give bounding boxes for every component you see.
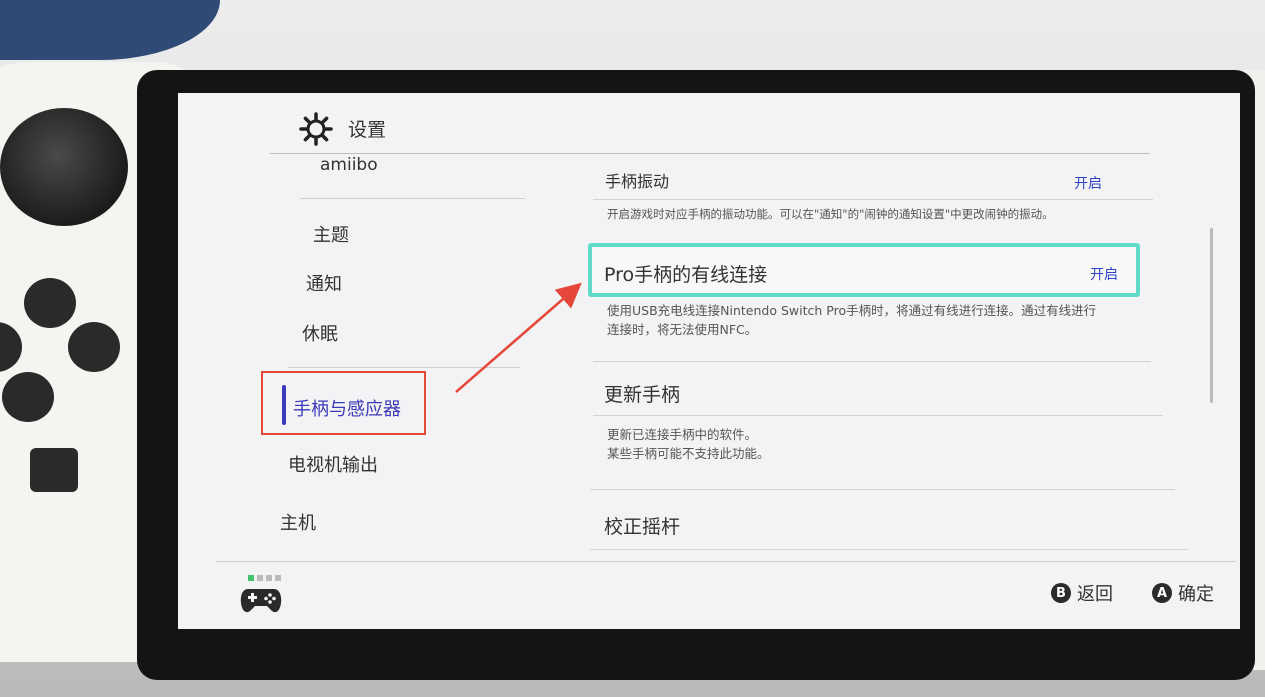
back-label: 返回 bbox=[1077, 584, 1113, 605]
sidebar-item-system[interactable]: 主机 bbox=[280, 509, 316, 535]
gamepad-icon bbox=[240, 589, 282, 613]
user-indicator-dots bbox=[248, 575, 281, 581]
sidebar-item-amiibo[interactable]: amiibo bbox=[320, 155, 378, 175]
row-value-vibration[interactable]: 开启 bbox=[1074, 173, 1102, 193]
ok-label: 确定 bbox=[1178, 584, 1214, 605]
sidebar-item-tv-output[interactable]: 电视机输出 bbox=[288, 451, 378, 477]
header-divider bbox=[270, 153, 1150, 154]
scrollbar[interactable] bbox=[1210, 228, 1213, 403]
ok-button[interactable]: A 确定 bbox=[1152, 580, 1214, 606]
settings-screen: 设置 amiibo 主题 通知 休眠 手柄与感应器 电视机输出 主机 手柄振动 … bbox=[178, 93, 1240, 629]
row-value-pro-wired[interactable]: 开启 bbox=[1090, 264, 1118, 284]
annotation-highlight-box bbox=[261, 371, 426, 435]
row-desc-vibration: 开启游戏时对应手柄的振动功能。可以在"通知"的"闹钟的通知设置"中更改闹钟的振动… bbox=[607, 207, 1054, 221]
row-divider bbox=[593, 199, 1153, 200]
row-desc-update-1: 更新已连接手柄中的软件。 bbox=[607, 427, 758, 442]
page-title: 设置 bbox=[348, 119, 387, 141]
footer-divider bbox=[216, 561, 1236, 562]
row-divider bbox=[590, 549, 1188, 550]
sidebar-divider bbox=[300, 198, 525, 199]
b-key-icon: B bbox=[1051, 583, 1071, 603]
down-button bbox=[2, 372, 54, 422]
gear-icon bbox=[299, 112, 333, 146]
row-title-update-controllers[interactable]: 更新手柄 bbox=[604, 380, 680, 407]
row-title-calibrate-sticks[interactable]: 校正摇杆 bbox=[604, 512, 680, 539]
sidebar-item-theme[interactable]: 主题 bbox=[313, 221, 349, 247]
row-title-vibration[interactable]: 手柄振动 bbox=[605, 168, 669, 192]
row-divider bbox=[593, 415, 1163, 416]
row-desc-pro-wired-1: 使用USB充电线连接Nintendo Switch Pro手柄时，将通过有线进行… bbox=[607, 303, 1097, 318]
sidebar-item-notifications[interactable]: 通知 bbox=[306, 270, 342, 296]
left-stick bbox=[0, 108, 128, 226]
row-divider bbox=[593, 361, 1151, 362]
right-button bbox=[68, 322, 120, 372]
a-key-icon: A bbox=[1152, 583, 1172, 603]
back-button[interactable]: B 返回 bbox=[1051, 580, 1113, 606]
sidebar-item-sleep[interactable]: 休眠 bbox=[302, 320, 338, 346]
sidebar-divider bbox=[288, 367, 520, 368]
row-divider bbox=[590, 489, 1175, 490]
row-desc-update-2: 某些手柄可能不支持此功能。 bbox=[607, 446, 770, 461]
capture-button bbox=[30, 448, 78, 492]
up-button bbox=[24, 278, 76, 328]
row-title-pro-wired[interactable]: Pro手柄的有线连接 bbox=[604, 260, 767, 287]
row-desc-pro-wired-2: 连接时，将无法使用NFC。 bbox=[607, 322, 758, 337]
